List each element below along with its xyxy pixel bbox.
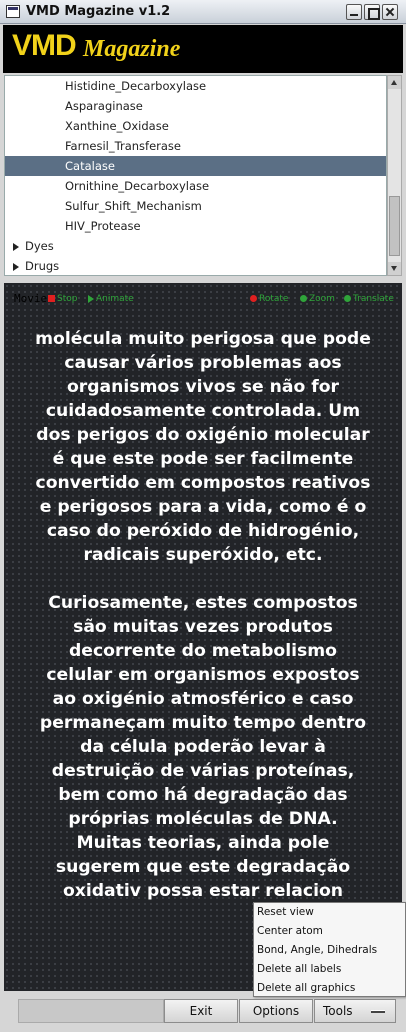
minimize-button[interactable] bbox=[346, 4, 362, 20]
play-icon bbox=[88, 294, 94, 303]
tools-menu: Reset view Center atom Bond, Angle, Dihe… bbox=[253, 902, 406, 997]
expand-arrow-icon[interactable] bbox=[13, 262, 19, 271]
menu-item-delete-labels[interactable]: Delete all labels bbox=[254, 960, 405, 979]
viewer-controls: Movie Stop Animate Rotate Zoom Translate bbox=[4, 291, 402, 307]
expand-arrow-icon[interactable] bbox=[13, 242, 19, 251]
tree-item[interactable]: Ornithine_Decarboxylase bbox=[5, 176, 386, 196]
article-text: molécula muito perigosa que pode causar … bbox=[34, 327, 372, 927]
logo-sub-text: Magazine bbox=[83, 36, 181, 62]
tree-item[interactable]: HIV_Protease bbox=[5, 216, 386, 236]
tree-item[interactable]: Histidine_Decarboxylase bbox=[5, 76, 386, 96]
tree-folder-dyes[interactable]: Dyes bbox=[5, 236, 386, 256]
tree-item[interactable]: Xanthine_Oxidase bbox=[5, 116, 386, 136]
tree-item-selected[interactable]: Catalase bbox=[5, 156, 386, 176]
maximize-button[interactable] bbox=[364, 4, 380, 20]
tree-item[interactable]: Farnesil_Transferase bbox=[5, 136, 386, 156]
translate-label: Translate bbox=[353, 294, 394, 304]
tree-folder-drugs[interactable]: Drugs bbox=[5, 256, 386, 275]
tree-item[interactable]: Sulfur_Shift_Mechanism bbox=[5, 196, 386, 216]
stop-control[interactable]: Stop bbox=[48, 294, 77, 304]
logo-main-text: VMD bbox=[12, 29, 77, 62]
zoom-control[interactable]: Zoom bbox=[300, 294, 335, 304]
menu-item-center-atom[interactable]: Center atom bbox=[254, 922, 405, 941]
title-bar: VMD Magazine v1.2 bbox=[0, 0, 406, 24]
status-field bbox=[18, 999, 164, 1023]
article-paragraph: molécula muito perigosa que pode causar … bbox=[35, 329, 371, 565]
tools-label: Tools bbox=[323, 1004, 353, 1018]
menu-item-reset-view[interactable]: Reset view bbox=[254, 903, 405, 922]
menu-item-delete-graphics[interactable]: Delete all graphics bbox=[254, 979, 405, 998]
animate-label: Animate bbox=[96, 294, 134, 304]
rotate-control[interactable]: Rotate bbox=[250, 294, 288, 304]
tree-item[interactable]: Asparaginase bbox=[5, 96, 386, 116]
close-button[interactable] bbox=[382, 4, 398, 20]
article-tree[interactable]: Histidine_Decarboxylase Asparaginase Xan… bbox=[4, 75, 387, 276]
tools-button[interactable]: Tools bbox=[314, 999, 396, 1023]
app-icon bbox=[6, 5, 20, 18]
options-button[interactable]: Options bbox=[239, 999, 313, 1023]
movie-label: Movie bbox=[14, 292, 48, 305]
logo-banner: VMD Magazine bbox=[3, 25, 403, 73]
tree-folder-label: Dyes bbox=[25, 239, 54, 253]
rotate-label: Rotate bbox=[259, 294, 289, 304]
exit-button[interactable]: Exit bbox=[164, 999, 238, 1023]
molecule-viewer[interactable]: Movie Stop Animate Rotate Zoom Translate… bbox=[4, 283, 402, 991]
translate-control[interactable]: Translate bbox=[344, 294, 394, 304]
menu-item-bond-angle-dihedrals[interactable]: Bond, Angle, Dihedrals bbox=[254, 941, 405, 960]
window-title: VMD Magazine v1.2 bbox=[26, 4, 171, 19]
scroll-up-arrow-icon[interactable] bbox=[388, 76, 401, 89]
radio-icon bbox=[250, 295, 257, 302]
radio-icon bbox=[300, 295, 307, 302]
scroll-down-arrow-icon[interactable] bbox=[388, 262, 401, 275]
article-paragraph: Curiosamente, estes compostos são muitas… bbox=[39, 593, 367, 901]
radio-icon bbox=[344, 295, 351, 302]
stop-label: Stop bbox=[57, 294, 78, 304]
bottom-toolbar: Exit Options Tools bbox=[4, 995, 402, 1026]
zoom-label: Zoom bbox=[309, 294, 335, 304]
tree-scrollbar[interactable] bbox=[387, 75, 402, 276]
stop-icon bbox=[48, 295, 55, 302]
animate-control[interactable]: Animate bbox=[88, 294, 134, 304]
scroll-thumb[interactable] bbox=[389, 196, 400, 256]
menu-indicator-icon bbox=[371, 1010, 385, 1013]
tree-folder-label: Drugs bbox=[25, 259, 60, 273]
